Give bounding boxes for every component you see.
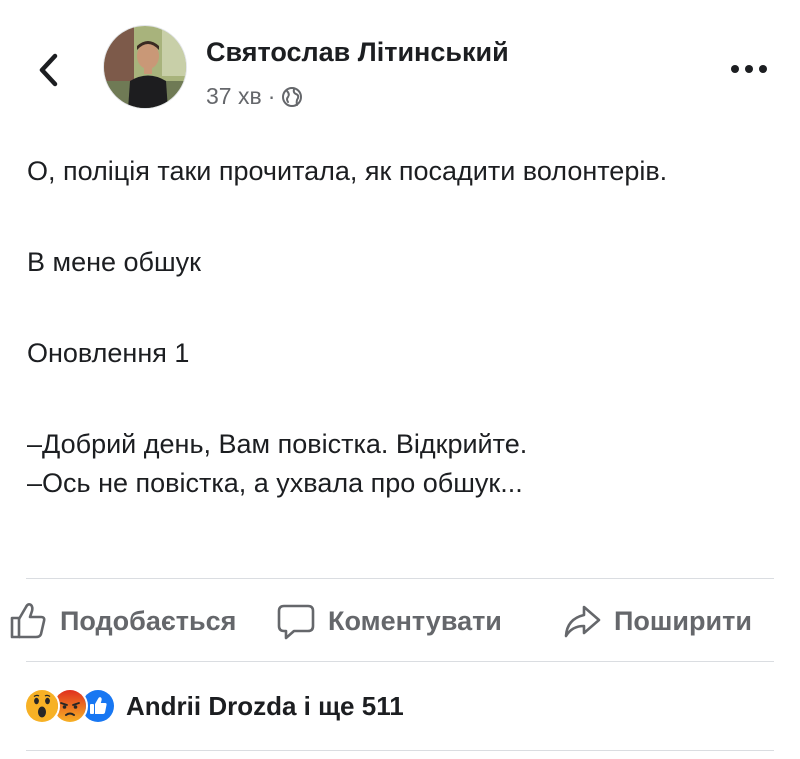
dialogue-line: –Ось не повістка, а ухвала про обшук... xyxy=(27,468,523,498)
divider xyxy=(26,578,774,579)
reaction-icons xyxy=(24,688,116,724)
action-bar: Подобається Коментувати Поширити xyxy=(0,580,800,662)
comment-button[interactable]: Коментувати xyxy=(276,601,502,641)
like-button[interactable]: Подобається xyxy=(8,601,236,641)
wow-icon xyxy=(24,688,60,724)
post-meta: 37 хв · xyxy=(206,83,303,110)
globe-icon xyxy=(282,86,303,107)
more-dots-icon xyxy=(731,65,767,73)
reactions-summary[interactable]: Andrii Drozda і ще 511 xyxy=(24,688,404,724)
back-button[interactable] xyxy=(30,50,66,90)
divider xyxy=(26,661,774,662)
post-paragraph: В мене обшук xyxy=(27,247,201,277)
share-label: Поширити xyxy=(614,605,752,636)
share-arrow-icon xyxy=(564,605,601,638)
chevron-left-icon xyxy=(39,53,58,87)
author-photo xyxy=(104,26,186,108)
comment-label: Коментувати xyxy=(328,605,502,636)
avatar[interactable] xyxy=(103,25,187,109)
post-body: О, поліція таки прочитала, як посадити в… xyxy=(27,152,777,503)
thumbs-up-icon xyxy=(10,603,46,639)
post-paragraph: Оновлення 1 xyxy=(27,338,190,368)
dialogue-line: –Добрий день, Вам повістка. Відкрийте. xyxy=(27,429,528,459)
divider xyxy=(26,750,774,751)
comment-bubble-icon xyxy=(277,604,315,640)
author-name[interactable]: Святослав Літинський xyxy=(206,37,509,68)
post-header: Святослав Літинський 37 хв · xyxy=(0,0,800,130)
post-time[interactable]: 37 хв xyxy=(206,83,262,110)
post-paragraph: О, поліція таки прочитала, як посадити в… xyxy=(27,156,668,186)
meta-separator: · xyxy=(267,83,276,109)
more-options-button[interactable] xyxy=(724,56,774,82)
like-label: Подобається xyxy=(60,605,237,636)
reaction-summary-text[interactable]: Andrii Drozda і ще 511 xyxy=(126,691,404,722)
share-button[interactable]: Поширити xyxy=(562,601,752,641)
